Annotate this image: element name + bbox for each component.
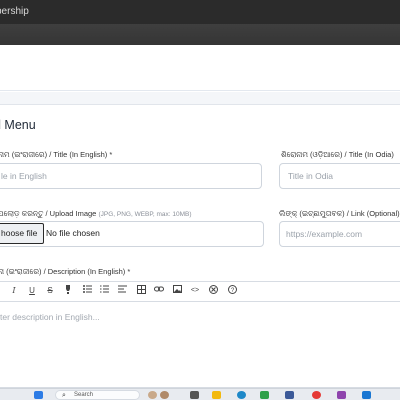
- code-icon[interactable]: <>: [189, 285, 201, 297]
- upload-image-hint: (JPG, PNG, WEBP, max: 10MB): [98, 211, 192, 218]
- description-label: ନା (ଇଂରାଜୀରେ) / Description (In English)…: [0, 267, 131, 276]
- chrome-icon[interactable]: [312, 391, 321, 399]
- folder-icon[interactable]: [212, 391, 221, 399]
- taskbar-search-label: Search: [74, 392, 94, 398]
- strikethrough-icon[interactable]: S: [44, 285, 56, 297]
- help-icon[interactable]: ?: [226, 285, 238, 298]
- image-icon[interactable]: [171, 285, 183, 297]
- link-label: ଲିଙ୍କ୍ (ଇଚ୍ଛାମୁତାବକ) / Link (Optional): [279, 209, 400, 218]
- page-header: [0, 45, 400, 91]
- clear-format-icon[interactable]: [207, 285, 219, 298]
- upload-image-label-text: ପଲୋଡ଼ କରନ୍ତୁ / Upload Image: [0, 209, 97, 218]
- bullet-list-icon[interactable]: [81, 285, 93, 297]
- window-titlebar: bership: [0, 0, 400, 24]
- align-icon[interactable]: [116, 285, 128, 297]
- title-en-input[interactable]: le in English: [0, 163, 262, 189]
- edge-icon[interactable]: [237, 391, 246, 399]
- avatar-icon[interactable]: [148, 391, 157, 399]
- taskbar-search[interactable]: ⌕ Search: [55, 390, 140, 400]
- title-or-label: ଶିରୋନାମ (ଓଡ଼ିଆରେ) / Title (In Odia): [281, 150, 394, 159]
- choose-file-button[interactable]: hoose file: [0, 223, 44, 244]
- window-title: bership: [0, 6, 29, 17]
- highlight-icon[interactable]: [62, 285, 74, 298]
- table-icon[interactable]: [135, 285, 147, 298]
- search-icon: ⌕: [62, 392, 66, 399]
- title-or-input[interactable]: Title in Odia: [279, 163, 400, 189]
- description-placeholder: ter description in English...: [0, 312, 100, 322]
- link-input[interactable]: https://example.com: [279, 221, 400, 247]
- app-icon[interactable]: [285, 391, 294, 399]
- app-icon[interactable]: [190, 391, 199, 399]
- start-icon[interactable]: [34, 391, 43, 399]
- app-icon[interactable]: [337, 391, 346, 399]
- italic-icon[interactable]: I: [8, 285, 20, 297]
- upload-image-label: ପଲୋଡ଼ କରନ୍ତୁ / Upload Image (JPG, PNG, W…: [0, 209, 192, 219]
- browser-toolbar: [0, 24, 400, 45]
- ordered-list-icon[interactable]: [98, 285, 110, 297]
- file-status: No file chosen: [46, 228, 100, 238]
- title-en-label: ନାମ (ଇଂରାଜୀରେ) / Title (In English) *: [0, 150, 113, 159]
- app-icon[interactable]: [260, 391, 269, 399]
- avatar-icon[interactable]: [160, 391, 169, 399]
- underline-icon[interactable]: U: [26, 285, 38, 297]
- vscode-icon[interactable]: [362, 391, 371, 399]
- link-icon[interactable]: [153, 285, 165, 297]
- form-heading: d Menu: [0, 118, 36, 132]
